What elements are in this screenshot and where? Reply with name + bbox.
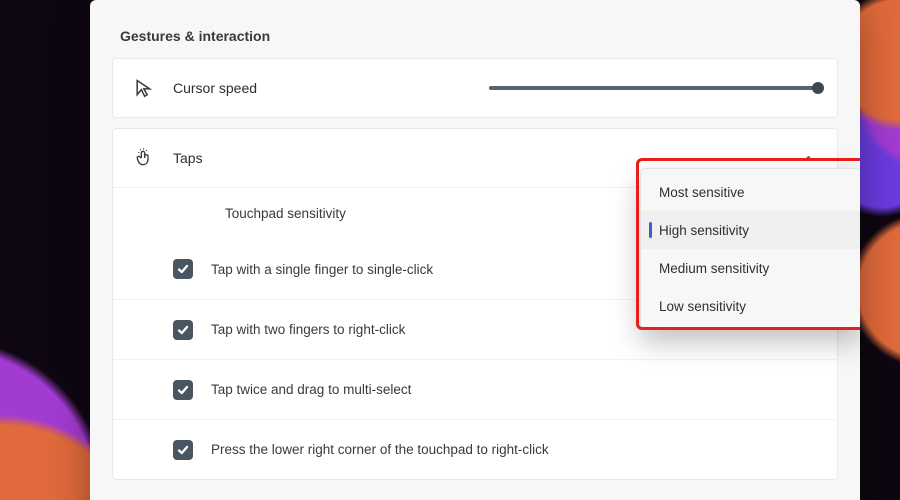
option-label: Press the lower right corner of the touc…: [211, 442, 819, 457]
cursor-speed-slider[interactable]: [489, 81, 819, 95]
taps-label: Taps: [173, 150, 797, 166]
settings-panel: Gestures & interaction Cursor speed: [90, 0, 860, 500]
sensitivity-option[interactable]: High sensitivity: [641, 211, 860, 249]
slider-track: [489, 86, 819, 90]
sensitivity-option[interactable]: Low sensitivity: [641, 287, 860, 325]
checkbox[interactable]: [173, 320, 193, 340]
checkbox[interactable]: [173, 259, 193, 279]
desktop-wallpaper: Gestures & interaction Cursor speed: [0, 0, 900, 500]
cursor-speed-row[interactable]: Cursor speed: [113, 59, 837, 117]
sensitivity-option[interactable]: Most sensitive: [641, 173, 860, 211]
cursor-speed-label: Cursor speed: [173, 80, 469, 96]
chevron-up-icon: [797, 147, 819, 169]
sensitivity-option[interactable]: Medium sensitivity: [641, 249, 860, 287]
section-title: Gestures & interaction: [90, 24, 860, 58]
cursor-speed-card: Cursor speed: [112, 58, 838, 118]
touchpad-sensitivity-label: Touchpad sensitivity: [131, 206, 346, 221]
slider-thumb[interactable]: [812, 82, 824, 94]
option-label: Tap twice and drag to multi-select: [211, 382, 819, 397]
cursor-icon: [131, 76, 155, 100]
checkbox[interactable]: [173, 440, 193, 460]
tap-option-row[interactable]: Tap twice and drag to multi-select: [113, 359, 837, 419]
tap-icon: [131, 146, 155, 170]
sensitivity-dropdown[interactable]: Most sensitive High sensitivity Medium s…: [640, 168, 860, 330]
tap-option-row[interactable]: Press the lower right corner of the touc…: [113, 419, 837, 479]
checkbox[interactable]: [173, 380, 193, 400]
